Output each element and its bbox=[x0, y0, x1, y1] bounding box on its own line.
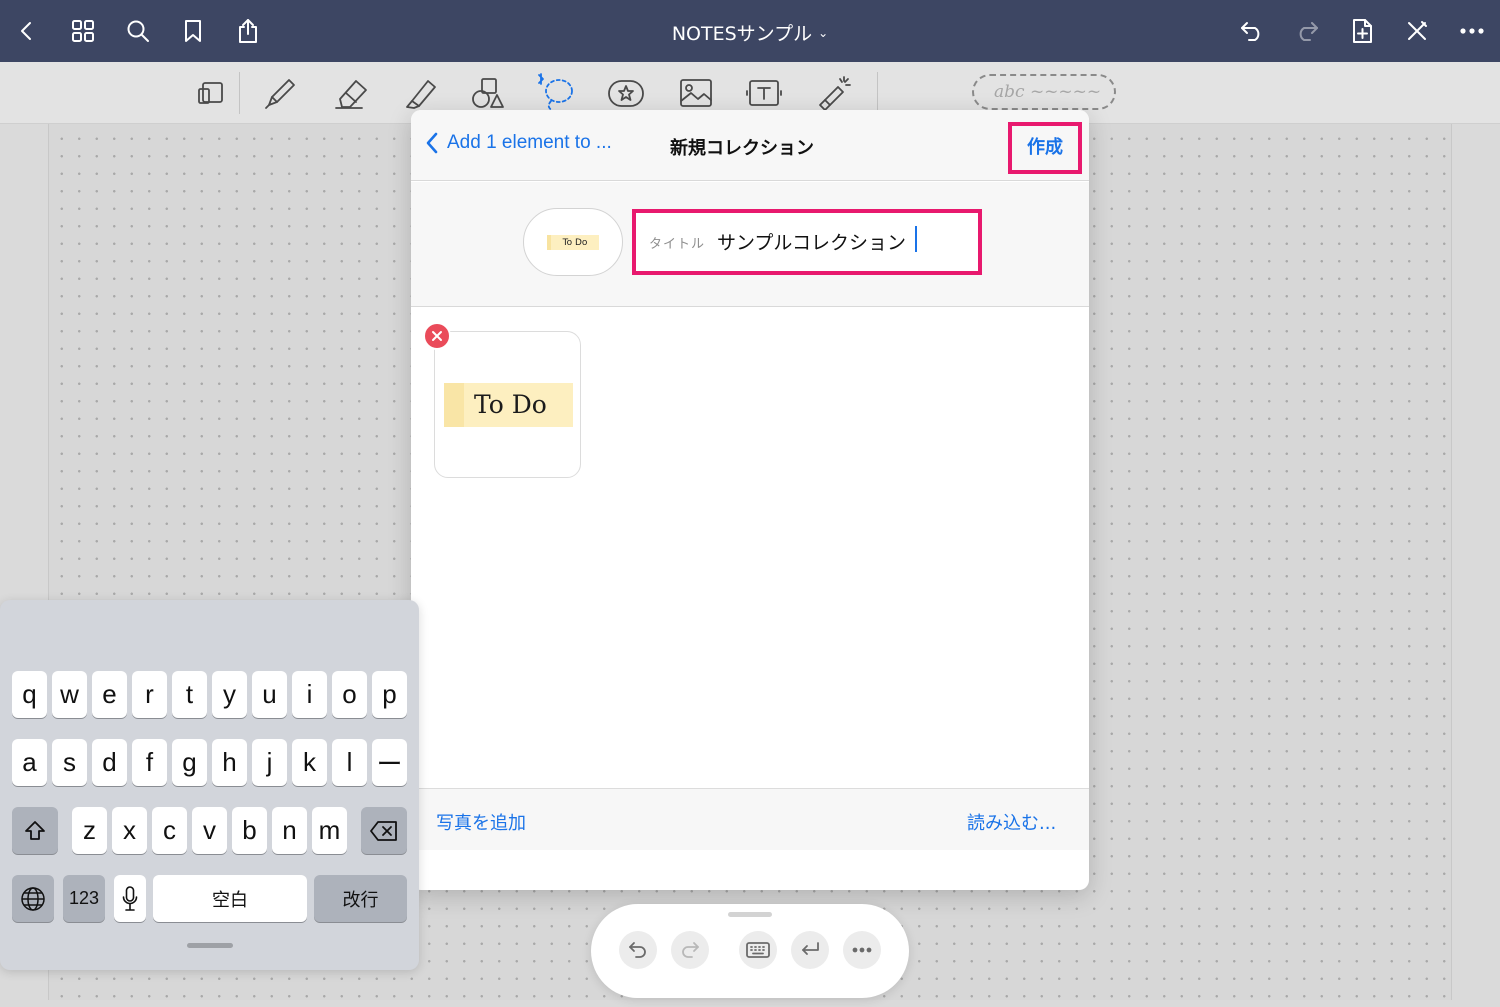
key-x[interactable]: x bbox=[112, 807, 147, 854]
key-s[interactable]: s bbox=[52, 739, 87, 786]
return-icon[interactable] bbox=[791, 931, 829, 969]
space-key[interactable]: 空白 bbox=[153, 875, 307, 922]
undo-icon[interactable] bbox=[619, 931, 657, 969]
close-icon bbox=[432, 331, 442, 341]
lasso-icon[interactable] bbox=[534, 73, 578, 113]
document-title[interactable]: NOTESサンプル ⌄ bbox=[0, 19, 1500, 46]
key-b[interactable]: b bbox=[232, 807, 267, 854]
pen-style-preview[interactable]: abc ~~~~~ bbox=[972, 74, 1116, 110]
key-o[interactable]: o bbox=[332, 671, 367, 718]
globe-icon bbox=[21, 886, 45, 911]
key-t[interactable]: t bbox=[172, 671, 207, 718]
popover-footer: 写真を追加 読み込む... bbox=[411, 788, 1089, 850]
dictation-key[interactable] bbox=[114, 875, 146, 922]
back-button-label: Add 1 element to ... bbox=[447, 132, 612, 153]
key-f[interactable]: f bbox=[132, 739, 167, 786]
delete-key[interactable] bbox=[361, 807, 407, 854]
remove-element-button[interactable] bbox=[423, 322, 451, 350]
collection-element-card[interactable]: To Do bbox=[434, 331, 581, 478]
microphone-icon bbox=[122, 885, 138, 911]
text-icon[interactable] bbox=[742, 73, 786, 113]
layout-icon[interactable] bbox=[189, 73, 233, 113]
pen-icon[interactable] bbox=[259, 73, 303, 113]
key-u[interactable]: u bbox=[252, 671, 287, 718]
shapes-icon[interactable] bbox=[466, 73, 510, 113]
bar-grabber[interactable] bbox=[728, 912, 772, 917]
numbers-key[interactable]: 123 bbox=[63, 875, 105, 922]
key-p[interactable]: p bbox=[372, 671, 407, 718]
new-collection-popover: Add 1 element to ... 新規コレクション 作成 To Do タ… bbox=[411, 110, 1089, 890]
todo-sticker: To Do bbox=[444, 383, 573, 427]
laser-pointer-icon[interactable] bbox=[812, 73, 856, 113]
key-n[interactable]: n bbox=[272, 807, 307, 854]
key-w[interactable]: w bbox=[52, 671, 87, 718]
key-q[interactable]: q bbox=[12, 671, 47, 718]
backspace-icon bbox=[370, 820, 397, 841]
software-keyboard: q w e r t y u i o p a s d f g h j k l ー … bbox=[0, 600, 419, 970]
collection-header: To Do タイトル サンプルコレクション bbox=[411, 182, 1089, 307]
thumbnail-sticker-text: To Do bbox=[546, 234, 600, 250]
key-k[interactable]: k bbox=[292, 739, 327, 786]
key-d[interactable]: d bbox=[92, 739, 127, 786]
more-icon[interactable] bbox=[843, 931, 881, 969]
redo-icon[interactable] bbox=[1290, 14, 1324, 48]
image-icon[interactable] bbox=[674, 73, 718, 113]
add-photo-button[interactable]: 写真を追加 bbox=[436, 809, 526, 835]
more-icon[interactable] bbox=[1455, 14, 1489, 48]
keyboard-icon[interactable] bbox=[739, 931, 777, 969]
key-long-vowel[interactable]: ー bbox=[372, 739, 407, 786]
key-r[interactable]: r bbox=[132, 671, 167, 718]
shift-key[interactable] bbox=[12, 807, 58, 854]
create-button[interactable]: 作成 bbox=[1008, 122, 1082, 174]
key-i[interactable]: i bbox=[292, 671, 327, 718]
key-g[interactable]: g bbox=[172, 739, 207, 786]
toolbar-divider bbox=[239, 72, 240, 114]
title-field[interactable]: タイトル サンプルコレクション bbox=[632, 209, 982, 275]
key-e[interactable]: e bbox=[92, 671, 127, 718]
title-field-label: タイトル bbox=[649, 237, 706, 252]
import-button[interactable]: 読み込む... bbox=[967, 809, 1056, 835]
title-field-value[interactable]: サンプルコレクション bbox=[717, 228, 906, 255]
key-v[interactable]: v bbox=[192, 807, 227, 854]
key-l[interactable]: l bbox=[332, 739, 367, 786]
top-navigation-bar: NOTESサンプル ⌄ bbox=[0, 0, 1500, 62]
key-y[interactable]: y bbox=[212, 671, 247, 718]
popover-title: 新規コレクション bbox=[670, 138, 814, 159]
document-title-text: NOTESサンプル bbox=[671, 23, 813, 45]
key-z[interactable]: z bbox=[72, 807, 107, 854]
key-h[interactable]: h bbox=[212, 739, 247, 786]
text-cursor bbox=[915, 226, 917, 252]
sticker-icon[interactable] bbox=[604, 73, 648, 113]
keyboard-grabber[interactable] bbox=[187, 943, 233, 948]
key-j[interactable]: j bbox=[252, 739, 287, 786]
redo-icon[interactable] bbox=[671, 931, 709, 969]
floating-edit-bar bbox=[591, 904, 909, 998]
return-key[interactable]: 改行 bbox=[314, 875, 407, 922]
eraser-icon[interactable] bbox=[329, 73, 373, 113]
popover-navigation-bar: Add 1 element to ... 新規コレクション 作成 bbox=[411, 110, 1089, 181]
undo-icon[interactable] bbox=[1235, 14, 1269, 48]
chevron-left-icon bbox=[426, 132, 438, 154]
close-toolbar-icon[interactable] bbox=[1400, 14, 1434, 48]
key-c[interactable]: c bbox=[152, 807, 187, 854]
back-button[interactable]: Add 1 element to ... bbox=[425, 132, 612, 154]
chevron-down-icon: ⌄ bbox=[818, 26, 829, 40]
globe-key[interactable] bbox=[12, 875, 54, 922]
key-a[interactable]: a bbox=[12, 739, 47, 786]
add-page-icon[interactable] bbox=[1345, 14, 1379, 48]
toolbar-divider bbox=[877, 72, 878, 114]
key-m[interactable]: m bbox=[312, 807, 347, 854]
highlighter-icon[interactable] bbox=[399, 73, 443, 113]
shift-icon bbox=[25, 820, 45, 840]
collection-thumbnail[interactable]: To Do bbox=[523, 208, 623, 276]
